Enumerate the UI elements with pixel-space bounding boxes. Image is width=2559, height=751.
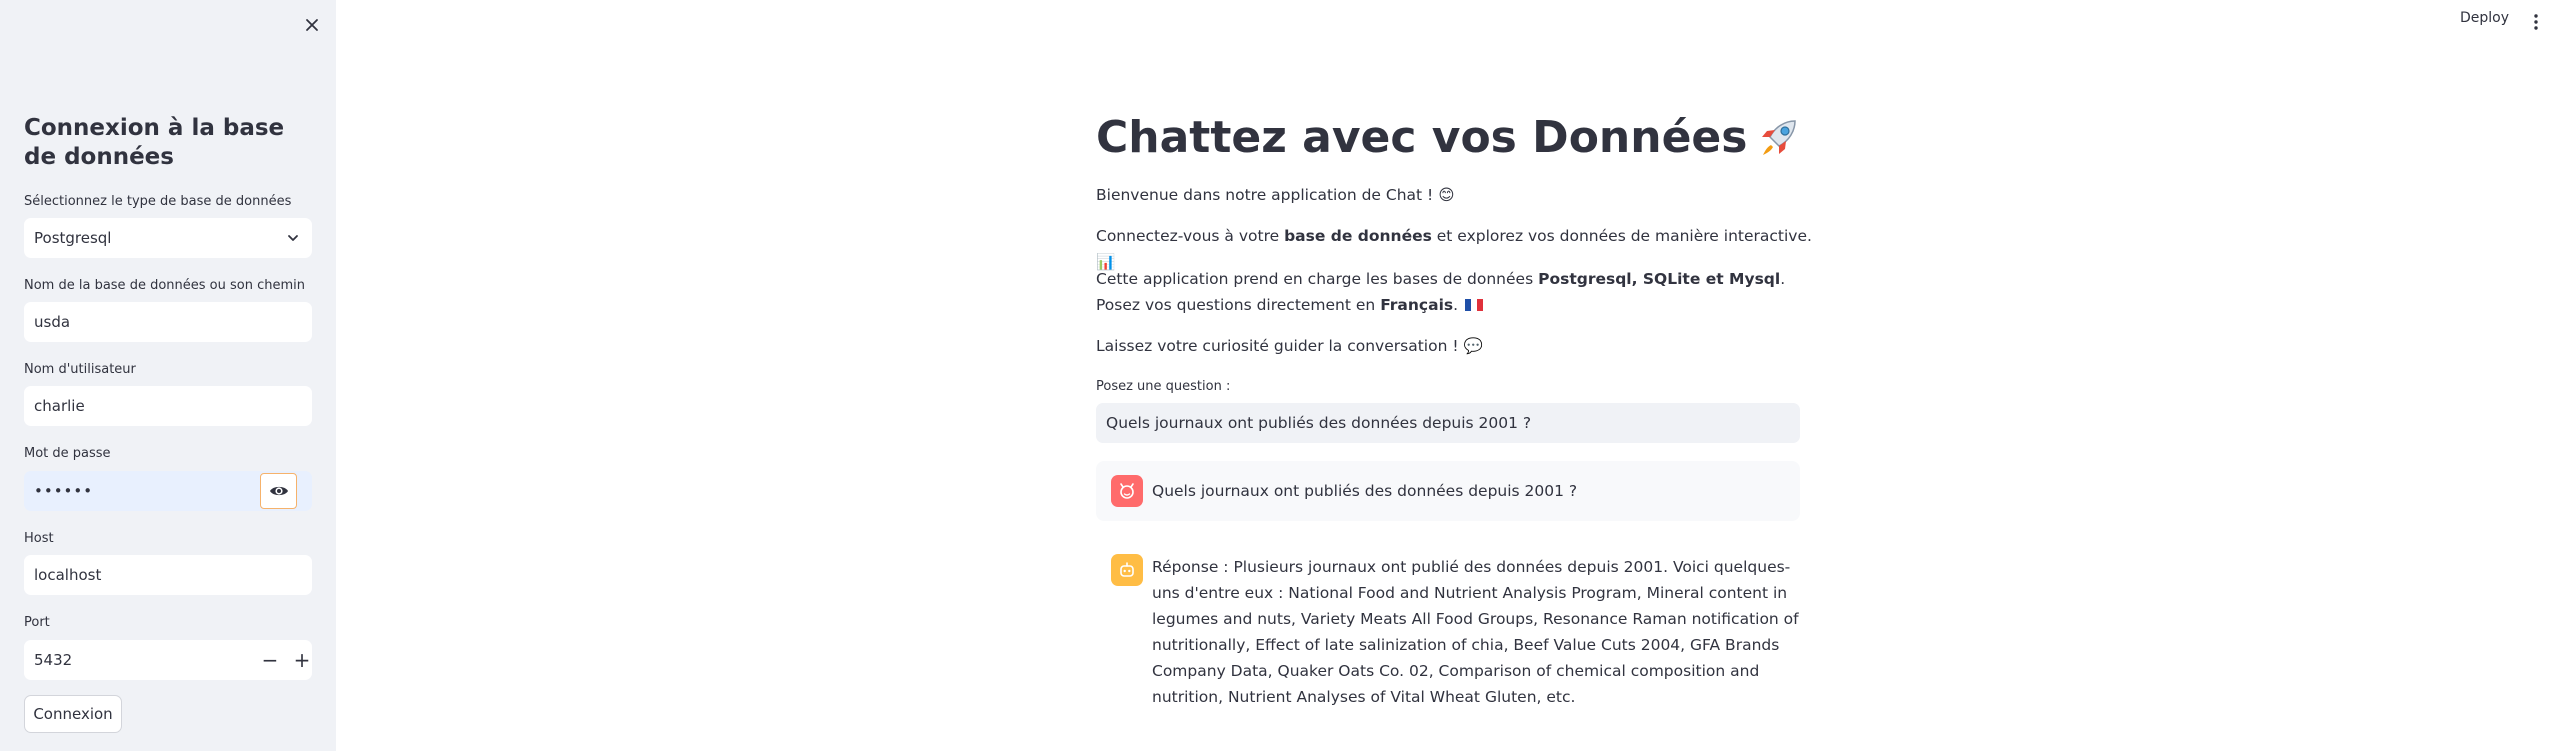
- db-type-select[interactable]: Postgresql: [24, 218, 312, 258]
- connect-text-pre: Connectez-vous à votre: [1096, 227, 1285, 245]
- db-name-label: Nom de la base de données ou son chemin: [24, 278, 305, 293]
- host-input[interactable]: localhost: [24, 555, 312, 595]
- speech-emoji: 💬: [1463, 337, 1483, 355]
- question-label: Posez une question :: [1096, 379, 1231, 394]
- question-input[interactable]: Quels journaux ont publiés des données d…: [1096, 403, 1800, 443]
- sidebar: Connexion à la base de données Sélection…: [0, 0, 336, 751]
- host-label: Host: [24, 531, 54, 546]
- more-vertical-icon: [2534, 14, 2538, 30]
- port-decrement-button[interactable]: −: [254, 640, 286, 680]
- curiosity-text: Laissez votre curiosité guider la conver…: [1096, 337, 1459, 355]
- port-increment-button[interactable]: +: [286, 640, 318, 680]
- connect-button[interactable]: Connexion: [24, 695, 122, 733]
- bot-avatar-icon: [1120, 562, 1134, 577]
- port-input[interactable]: 5432 − +: [24, 640, 312, 680]
- chevron-down-icon: [288, 235, 298, 241]
- db-name-value: usda: [34, 313, 71, 331]
- bot-avatar: [1111, 554, 1143, 586]
- db-type-label: Sélectionnez le type de base de données: [24, 194, 292, 209]
- port-label: Port: [24, 615, 50, 630]
- page-title: Chattez avec vos Données: [1096, 108, 1801, 168]
- connect-text-post: et explorez vos données de manière inter…: [1431, 227, 1812, 245]
- deploy-button[interactable]: Deploy: [2460, 10, 2509, 26]
- db-type-value: Postgresql: [34, 229, 112, 247]
- password-label: Mot de passe: [24, 446, 111, 461]
- db-name-input[interactable]: usda: [24, 302, 312, 342]
- connect-text-bold: base de données: [1284, 227, 1432, 245]
- assistant-message: Réponse : Plusieurs journaux ont publié …: [1096, 540, 1800, 706]
- close-icon: [306, 19, 318, 31]
- curiosity-paragraph: Laissez votre curiosité guider la conver…: [1096, 333, 1816, 359]
- username-value: charlie: [34, 397, 85, 415]
- welcome-paragraph: Bienvenue dans notre application de Chat…: [1096, 182, 1816, 208]
- eye-icon: [269, 486, 288, 496]
- welcome-text: Bienvenue dans notre application de Chat…: [1096, 186, 1434, 204]
- support-text-bold: Postgresql, SQLite et Mysql: [1538, 270, 1781, 288]
- username-label: Nom d'utilisateur: [24, 362, 136, 377]
- smile-emoji: 😊: [1438, 186, 1455, 204]
- assistant-message-text: Réponse : Plusieurs journaux ont publié …: [1152, 558, 1799, 706]
- rocket-icon: [1762, 120, 1797, 155]
- password-value: ••••••: [34, 482, 94, 500]
- france-flag-icon: [1464, 299, 1483, 311]
- host-value: localhost: [34, 566, 102, 584]
- close-sidebar-button[interactable]: [300, 13, 324, 37]
- user-avatar-icon: [1120, 483, 1134, 499]
- password-input[interactable]: ••••••: [24, 471, 312, 511]
- user-message: Quels journaux ont publiés des données d…: [1096, 461, 1800, 521]
- show-password-button[interactable]: [260, 473, 297, 509]
- page-title-text: Chattez avec vos Données: [1096, 112, 1748, 163]
- user-avatar: [1111, 475, 1143, 507]
- username-input[interactable]: charlie: [24, 386, 312, 426]
- support-paragraph: Cette application prend en charge les ba…: [1096, 266, 1816, 318]
- user-message-text: Quels journaux ont publiés des données d…: [1152, 482, 1578, 500]
- main-menu-button[interactable]: [2528, 10, 2544, 34]
- port-value: 5432: [34, 651, 73, 669]
- support-text-bold2: Français: [1380, 296, 1454, 314]
- question-value: Quels journaux ont publiés des données d…: [1106, 414, 1532, 432]
- support-text-pre: Cette application prend en charge les ba…: [1096, 270, 1539, 288]
- sidebar-title: Connexion à la base de données: [24, 115, 285, 170]
- support-text-post: .: [1453, 296, 1459, 314]
